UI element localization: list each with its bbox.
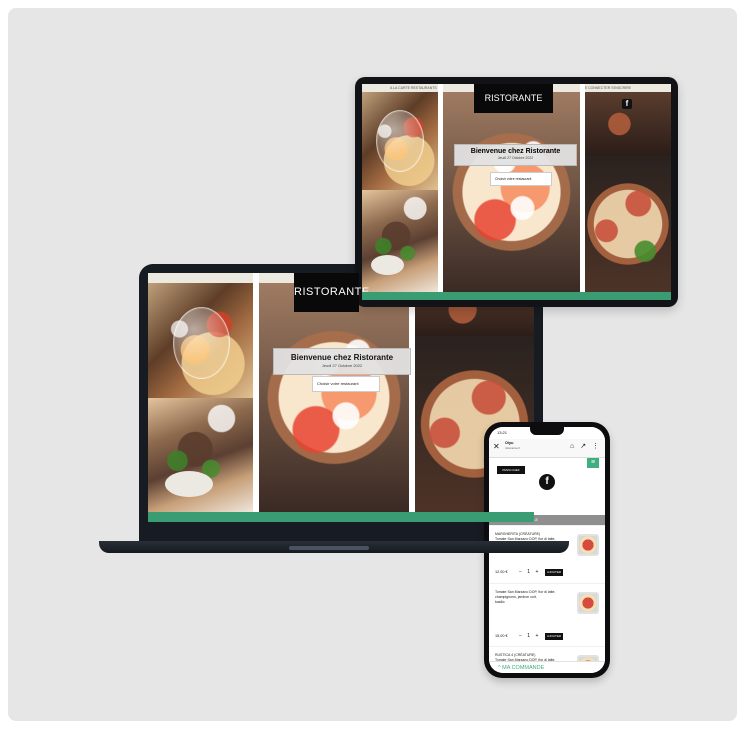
add-to-cart-button[interactable]: AJOUTER xyxy=(545,569,563,576)
tablet-footer xyxy=(362,292,671,300)
tablet-device: A LA CARTE RESTAURANTS SE CONNECTER S'IN… xyxy=(355,77,678,307)
phone-browser-subtitle: ristorante.fr xyxy=(505,446,521,450)
menu-item-price: 15.00 € xyxy=(495,634,508,638)
phone-browser-info: Oiyu ristorante.fr xyxy=(505,441,565,450)
pizza-thumbnail xyxy=(577,534,599,556)
facebook-icon[interactable]: f xyxy=(622,99,632,109)
laptop-hero: Bienvenue chez Ristorante Jeudi 27 Octob… xyxy=(273,348,411,375)
phone-menu-badge: PIZZA CHEF xyxy=(497,466,525,474)
tablet-food-left-bottom xyxy=(362,190,438,292)
plate-icon xyxy=(165,471,213,497)
tablet-hero-date: Jeudi 27 Octobre 2022 xyxy=(497,156,534,160)
quantity-stepper[interactable]: − 1 + xyxy=(519,569,540,576)
phone-browserbar: ✕ Oiyu ristorante.fr ⌂ ↗ ⋮ xyxy=(489,439,605,458)
tablet-brand: RISTORANTE xyxy=(474,84,553,113)
laptop-hero-date: Jeudi 27 Octobre 2022 xyxy=(321,363,363,368)
menu-item-text: Tomate San Marzano DOP, fior di latte, c… xyxy=(495,590,565,605)
tablet-food-middle xyxy=(443,92,580,292)
laptop-hinge xyxy=(289,546,369,550)
browser-actions[interactable]: ⌂ ↗ ⋮ xyxy=(570,442,601,452)
tablet-restaurant-select[interactable]: Choisir votre restaurant xyxy=(490,172,552,186)
laptop-footer xyxy=(148,512,534,522)
tablet-hero: Bienvenue chez Ristorante Jeudi 27 Octob… xyxy=(454,144,577,166)
tablet-topbar-left: A LA CARTE RESTAURANTS xyxy=(390,86,437,90)
laptop-restaurant-select[interactable]: Choisir votre restaurant xyxy=(312,376,380,392)
tablet-food-right-bottom xyxy=(585,156,671,292)
laptop-brand: RISTORANTE xyxy=(294,273,369,312)
tablet-plate-icon xyxy=(371,255,404,275)
quantity-stepper[interactable]: − 1 + xyxy=(519,633,540,640)
phone-facebook-icon[interactable]: f xyxy=(539,474,555,490)
tablet-screen: A LA CARTE RESTAURANTS SE CONNECTER S'IN… xyxy=(362,84,671,300)
pizza-thumbnail xyxy=(577,592,599,614)
canvas: A LA CARTE RESTAURANTS RISTORANTE Bienve… xyxy=(8,8,737,721)
laptop-hero-title: Bienvenue chez Ristorante xyxy=(290,353,394,362)
phone-time: 13:21 xyxy=(497,430,508,435)
menu-item: MARGHERITA (CRÉATURE) Tomate San Marzano… xyxy=(489,525,605,582)
menu-item-price: 12.00 € xyxy=(495,570,508,574)
wine-glass-icon xyxy=(173,307,230,379)
tablet-hero-title: Bienvenue chez Ristorante xyxy=(470,148,561,155)
hamburger-icon[interactable]: ≡ xyxy=(587,458,599,468)
laptop-food-middle xyxy=(259,283,409,512)
phone-notch xyxy=(530,427,564,435)
tablet-topbar-right[interactable]: SE CONNECTER S'INSCRIRE xyxy=(582,84,631,92)
laptop-screen: A LA CARTE RESTAURANTS RISTORANTE Bienve… xyxy=(148,273,534,522)
menu-item-line: basilic xyxy=(495,600,505,604)
close-icon[interactable]: ✕ xyxy=(493,442,500,452)
order-bar[interactable]: ^ MA COMMANDE xyxy=(489,661,605,673)
phone-top-section: PIZZA CHEF ≡ f xyxy=(489,457,605,515)
tablet-wine-glass-icon xyxy=(376,110,424,172)
add-to-cart-button[interactable]: AJOUTER xyxy=(545,633,563,640)
menu-item: Tomate San Marzano DOP, fior di latte, c… xyxy=(489,583,605,646)
